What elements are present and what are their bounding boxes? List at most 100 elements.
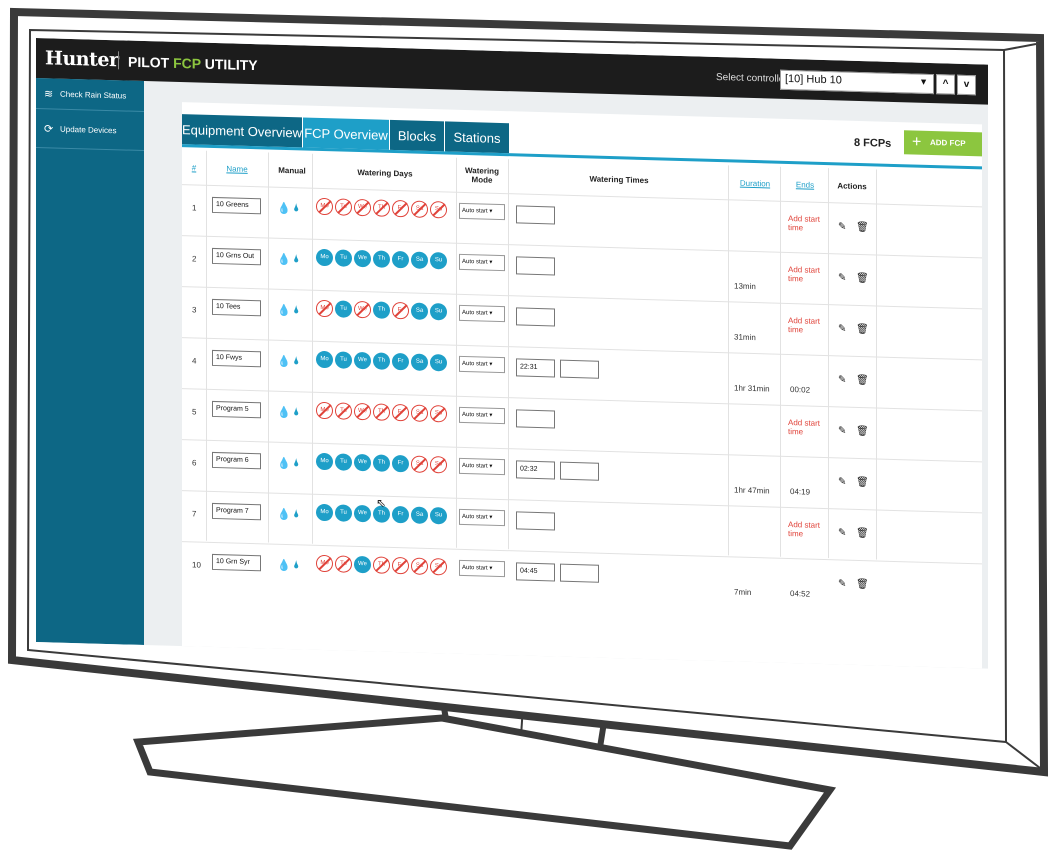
ends-value[interactable]: Add start time — [788, 418, 824, 437]
day-toggle-fr[interactable]: Fr — [392, 556, 409, 575]
water-drop-icon[interactable]: 💧 — [277, 253, 291, 266]
manual-water-off-icon[interactable]: 🌢 — [293, 253, 300, 266]
day-toggle-sa[interactable]: Sa — [411, 455, 428, 473]
day-toggle-th[interactable]: Th — [373, 250, 390, 268]
day-toggle-mo[interactable]: Mo — [316, 197, 333, 216]
ends-value[interactable]: Add start time — [788, 265, 824, 284]
day-toggle-fr[interactable]: Fr — [392, 352, 409, 371]
delete-icon[interactable]: 🗑 — [856, 528, 869, 539]
day-toggle-tu[interactable]: Tu — [335, 300, 352, 318]
manual-water-off-icon[interactable]: 🌢 — [293, 508, 300, 521]
watering-mode-select[interactable]: Auto start ▾ — [459, 457, 505, 476]
ends-value[interactable]: Add start time — [788, 214, 824, 233]
edit-icon[interactable]: ✎ — [838, 527, 846, 538]
fcp-name-input[interactable]: 10 Greens — [212, 196, 261, 215]
watering-time-input[interactable]: 04:45 — [516, 562, 555, 582]
delete-icon[interactable]: 🗑 — [856, 579, 869, 590]
day-toggle-tu[interactable]: Tu — [335, 504, 352, 522]
day-toggle-we[interactable]: We — [354, 402, 371, 421]
water-drop-icon[interactable]: 💧 — [277, 355, 291, 368]
delete-icon[interactable]: 🗑 — [856, 324, 869, 335]
watering-time-input[interactable] — [516, 307, 555, 327]
edit-icon[interactable]: ✎ — [838, 323, 846, 334]
water-drop-icon[interactable]: 💧 — [277, 559, 291, 572]
day-toggle-su[interactable]: Su — [430, 354, 447, 372]
fcp-name-input[interactable]: 10 Fwys — [212, 349, 261, 368]
day-toggle-we[interactable]: We — [354, 555, 371, 574]
day-toggle-mo[interactable]: Mo — [316, 452, 333, 471]
day-toggle-su[interactable]: Su — [430, 507, 447, 525]
day-toggle-tu[interactable]: Tu — [335, 555, 352, 573]
tab-fcp-overview[interactable]: FCP Overview — [303, 117, 389, 150]
sidebar-item-check-rain-status[interactable]: ≋ Check Rain Status — [36, 78, 144, 113]
col-header-duration[interactable]: Duration — [730, 167, 780, 198]
day-toggle-we[interactable]: We — [354, 351, 371, 370]
day-toggle-fr[interactable]: Fr — [392, 250, 409, 269]
watering-time-input[interactable] — [516, 511, 555, 531]
day-toggle-su[interactable]: Su — [430, 252, 447, 270]
watering-time-input[interactable] — [560, 563, 599, 583]
edit-icon[interactable]: ✎ — [838, 425, 846, 436]
fcp-name-input[interactable]: Program 5 — [212, 400, 261, 419]
day-toggle-tu[interactable]: Tu — [335, 351, 352, 369]
day-toggle-fr[interactable]: Fr — [392, 505, 409, 524]
ends-value[interactable]: Add start time — [788, 316, 824, 335]
manual-water-off-icon[interactable]: 🌢 — [293, 304, 300, 317]
fcp-name-input[interactable]: Program 6 — [212, 451, 261, 470]
watering-time-input[interactable] — [516, 256, 555, 276]
day-toggle-tu[interactable]: Tu — [335, 198, 352, 216]
controller-select[interactable]: [10] Hub 10 ▼ — [780, 69, 934, 95]
day-toggle-su[interactable]: Su — [430, 201, 447, 219]
day-toggle-th[interactable]: Th — [373, 352, 390, 370]
watering-mode-select[interactable]: Auto start ▾ — [459, 202, 505, 221]
fcp-name-input[interactable]: Program 7 — [212, 502, 261, 521]
day-toggle-th[interactable]: Th — [373, 301, 390, 319]
tab-equipment-overview[interactable]: Equipment Overview — [182, 114, 302, 148]
water-drop-icon[interactable]: 💧 — [277, 406, 291, 419]
watering-time-input[interactable] — [516, 409, 555, 429]
tab-stations[interactable]: Stations — [445, 121, 509, 154]
watering-time-input[interactable] — [560, 461, 599, 481]
add-fcp-button[interactable]: + ADD FCP — [904, 130, 982, 157]
day-toggle-th[interactable]: Th — [373, 556, 390, 574]
delete-icon[interactable]: 🗑 — [856, 222, 869, 233]
manual-water-off-icon[interactable]: 🌢 — [293, 559, 300, 572]
day-toggle-sa[interactable]: Sa — [411, 404, 428, 422]
water-drop-icon[interactable]: 💧 — [277, 457, 291, 470]
day-toggle-sa[interactable]: Sa — [411, 251, 428, 269]
day-toggle-fr[interactable]: Fr — [392, 199, 409, 218]
fcp-name-input[interactable]: 10 Grn Syr — [212, 553, 261, 572]
day-toggle-sa[interactable]: Sa — [411, 302, 428, 320]
day-toggle-mo[interactable]: Mo — [316, 248, 333, 267]
fcp-name-input[interactable]: 10 Tees — [212, 298, 261, 317]
col-header-name[interactable]: Name — [212, 153, 262, 184]
day-toggle-mo[interactable]: Mo — [316, 503, 333, 522]
day-toggle-mo[interactable]: Mo — [316, 401, 333, 420]
water-drop-icon[interactable]: 💧 — [277, 202, 291, 215]
watering-mode-select[interactable]: Auto start ▾ — [459, 559, 505, 578]
day-toggle-th[interactable]: Th — [373, 454, 390, 472]
watering-time-input[interactable]: 02:32 — [516, 460, 555, 480]
day-toggle-mo[interactable]: Mo — [316, 350, 333, 369]
manual-water-off-icon[interactable]: 🌢 — [293, 355, 300, 368]
manual-water-off-icon[interactable]: 🌢 — [293, 457, 300, 470]
water-drop-icon[interactable]: 💧 — [277, 304, 291, 317]
day-toggle-sa[interactable]: Sa — [411, 506, 428, 524]
day-toggle-we[interactable]: We — [354, 453, 371, 472]
day-toggle-mo[interactable]: Mo — [316, 299, 333, 318]
edit-icon[interactable]: ✎ — [838, 578, 846, 589]
water-drop-icon[interactable]: 💧 — [277, 508, 291, 521]
day-toggle-fr[interactable]: Fr — [392, 301, 409, 320]
day-toggle-sa[interactable]: Sa — [411, 353, 428, 371]
tab-blocks[interactable]: Blocks — [390, 119, 444, 152]
watering-mode-select[interactable]: Auto start ▾ — [459, 355, 505, 374]
sidebar-item-update-devices[interactable]: ⟳ Update Devices — [36, 109, 144, 152]
delete-icon[interactable]: 🗑 — [856, 375, 869, 386]
watering-mode-select[interactable]: Auto start ▾ — [459, 304, 505, 323]
edit-icon[interactable]: ✎ — [838, 221, 846, 232]
ends-value[interactable]: Add start time — [788, 520, 824, 539]
manual-water-off-icon[interactable]: 🌢 — [293, 406, 300, 419]
day-toggle-su[interactable]: Su — [430, 405, 447, 423]
day-toggle-fr[interactable]: Fr — [392, 403, 409, 422]
edit-icon[interactable]: ✎ — [838, 272, 846, 283]
